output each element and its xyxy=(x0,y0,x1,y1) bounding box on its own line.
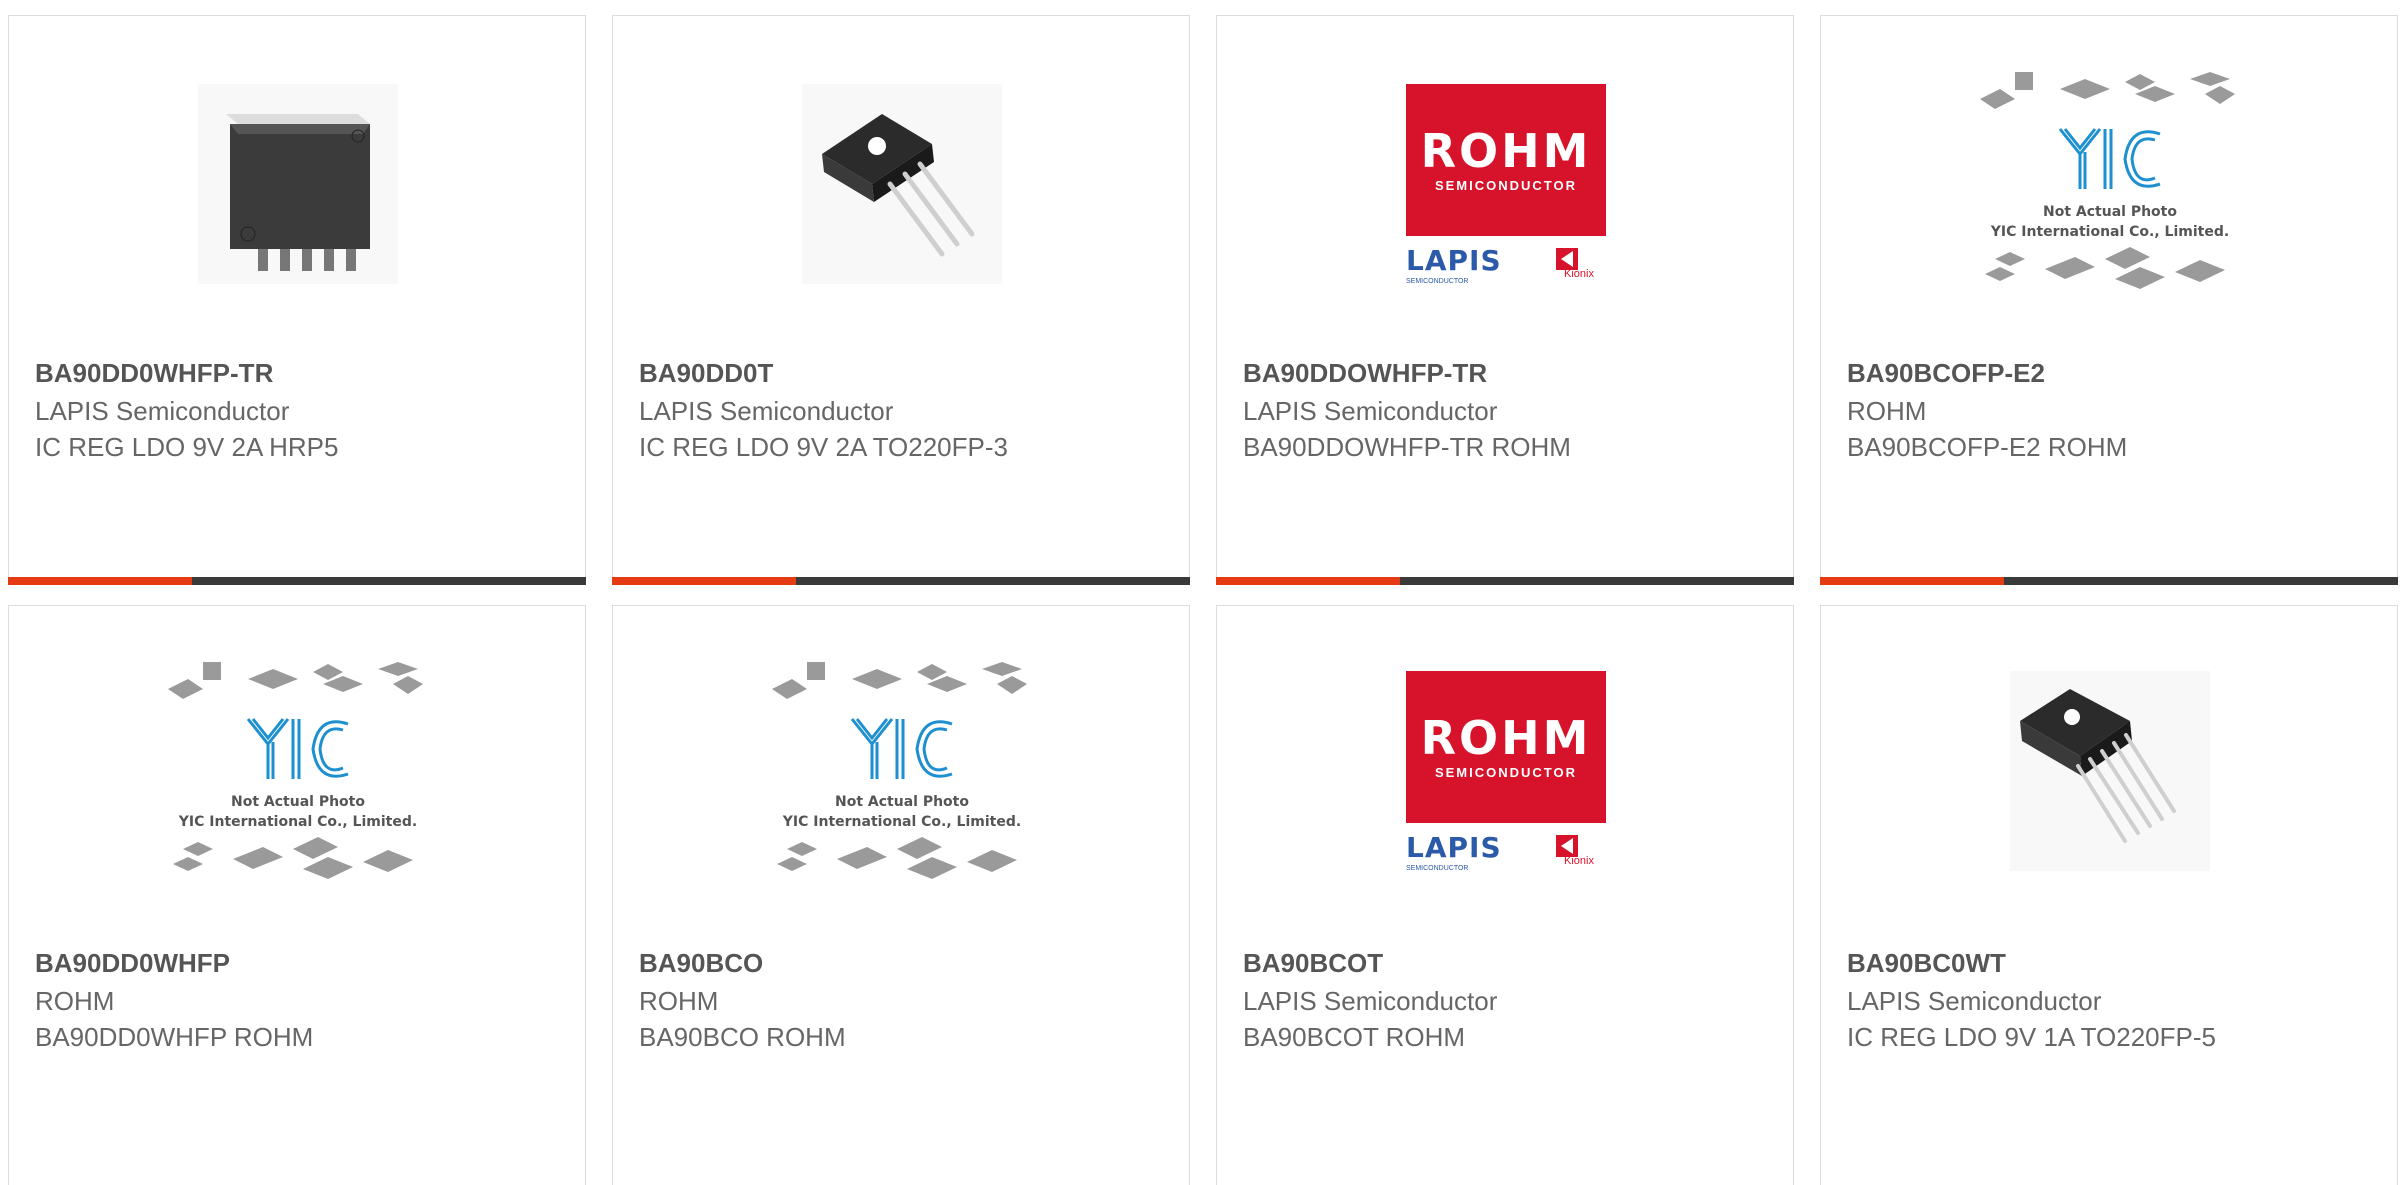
placeholder-line2: YIC International Co., Limited. xyxy=(178,814,418,830)
placeholder-line1: Not Actual Photo xyxy=(835,794,969,810)
description: IC REG LDO 9V 1A TO220FP-5 xyxy=(1847,1022,2216,1052)
description: BA90DD0WHFP ROHM xyxy=(35,1022,314,1052)
yic-placeholder-image: Not Actual Photo YIC International Co., … xyxy=(163,654,433,894)
product-card[interactable]: Not Actual Photo YIC International Co., … xyxy=(1820,15,2398,585)
card-bottom-bar xyxy=(1216,577,1794,585)
card-bottom-bar xyxy=(1820,577,2398,585)
part-number[interactable]: BA90DD0T xyxy=(639,358,773,389)
product-card[interactable]: ROHM SEMICONDUCTOR LAPIS SEMICONDUCTOR K… xyxy=(1216,15,1794,585)
manufacturer: LAPIS Semiconductor xyxy=(35,396,290,426)
product-image[interactable] xyxy=(2010,671,2210,871)
placeholder-line1: Not Actual Photo xyxy=(2043,204,2177,220)
product-card[interactable]: Not Actual Photo YIC International Co., … xyxy=(612,605,1190,1185)
product-image[interactable]: Not Actual Photo YIC International Co., … xyxy=(1975,64,2245,304)
description: IC REG LDO 9V 2A TO220FP-3 xyxy=(639,432,1008,462)
description: BA90BCO ROHM xyxy=(639,1022,846,1052)
product-card[interactable]: ROHM SEMICONDUCTOR LAPIS SEMICONDUCTOR K… xyxy=(1216,605,1794,1185)
manufacturer: ROHM xyxy=(1847,396,1927,426)
placeholder-line1: Not Actual Photo xyxy=(231,794,365,810)
manufacturer: LAPIS Semiconductor xyxy=(1847,986,2102,1016)
placeholder-line2: YIC International Co., Limited. xyxy=(782,814,1022,830)
product-card[interactable]: BA90DD0T LAPIS Semiconductor IC REG LDO … xyxy=(612,15,1190,585)
placeholder-line2: YIC International Co., Limited. xyxy=(1990,224,2230,240)
product-image[interactable]: Not Actual Photo YIC International Co., … xyxy=(163,654,433,894)
part-number[interactable]: BA90BC0WT xyxy=(1847,948,2006,979)
lapis-logo: LAPIS xyxy=(1406,244,1502,277)
product-image[interactable] xyxy=(198,84,398,284)
part-number[interactable]: BA90BCOT xyxy=(1243,948,1383,979)
part-number[interactable]: BA90BCO xyxy=(639,948,763,979)
part-number[interactable]: BA90DD0WHFP xyxy=(35,948,230,979)
yic-placeholder-image: Not Actual Photo YIC International Co., … xyxy=(767,654,1037,894)
card-accent-bar xyxy=(1216,577,1400,585)
rohm-logo: ROHM SEMICONDUCTOR LAPIS SEMICONDUCTOR K… xyxy=(1406,84,1606,285)
product-card[interactable]: BA90BC0WT LAPIS Semiconductor IC REG LDO… xyxy=(1820,605,2398,1185)
description: BA90DDOWHFP-TR ROHM xyxy=(1243,432,1571,462)
manufacturer: LAPIS Semiconductor xyxy=(639,396,894,426)
lapis-logo: LAPIS xyxy=(1406,831,1502,864)
description: BA90BCOT ROHM xyxy=(1243,1022,1466,1052)
description: BA90BCOFP-E2 ROHM xyxy=(1847,432,2128,462)
card-bottom-bar xyxy=(8,577,586,585)
rohm-logo: ROHM SEMICONDUCTOR LAPIS SEMICONDUCTOR K… xyxy=(1406,671,1606,872)
card-accent-bar xyxy=(8,577,192,585)
product-card[interactable]: BA90DD0WHFP-TR LAPIS Semiconductor IC RE… xyxy=(8,15,586,585)
yic-placeholder-image: Not Actual Photo YIC International Co., … xyxy=(1975,64,2245,304)
manufacturer: LAPIS Semiconductor xyxy=(1243,986,1498,1016)
description: IC REG LDO 9V 2A HRP5 xyxy=(35,432,339,462)
card-accent-bar xyxy=(612,577,796,585)
product-card[interactable]: Not Actual Photo YIC International Co., … xyxy=(8,605,586,1185)
manufacturer: ROHM xyxy=(35,986,115,1016)
part-number[interactable]: BA90DD0WHFP-TR xyxy=(35,358,273,389)
product-image[interactable] xyxy=(802,84,1002,284)
part-number[interactable]: BA90BCOFP-E2 xyxy=(1847,358,2045,389)
product-image[interactable]: ROHM SEMICONDUCTOR LAPIS SEMICONDUCTOR K… xyxy=(1406,671,1606,872)
card-accent-bar xyxy=(1820,577,2004,585)
part-number[interactable]: BA90DDOWHFP-TR xyxy=(1243,358,1487,389)
card-bottom-bar xyxy=(612,577,1190,585)
manufacturer: LAPIS Semiconductor xyxy=(1243,396,1498,426)
manufacturer: ROHM xyxy=(639,986,719,1016)
product-image[interactable]: ROHM SEMICONDUCTOR LAPIS SEMICONDUCTOR K… xyxy=(1406,84,1606,285)
product-image[interactable]: Not Actual Photo YIC International Co., … xyxy=(767,654,1037,894)
